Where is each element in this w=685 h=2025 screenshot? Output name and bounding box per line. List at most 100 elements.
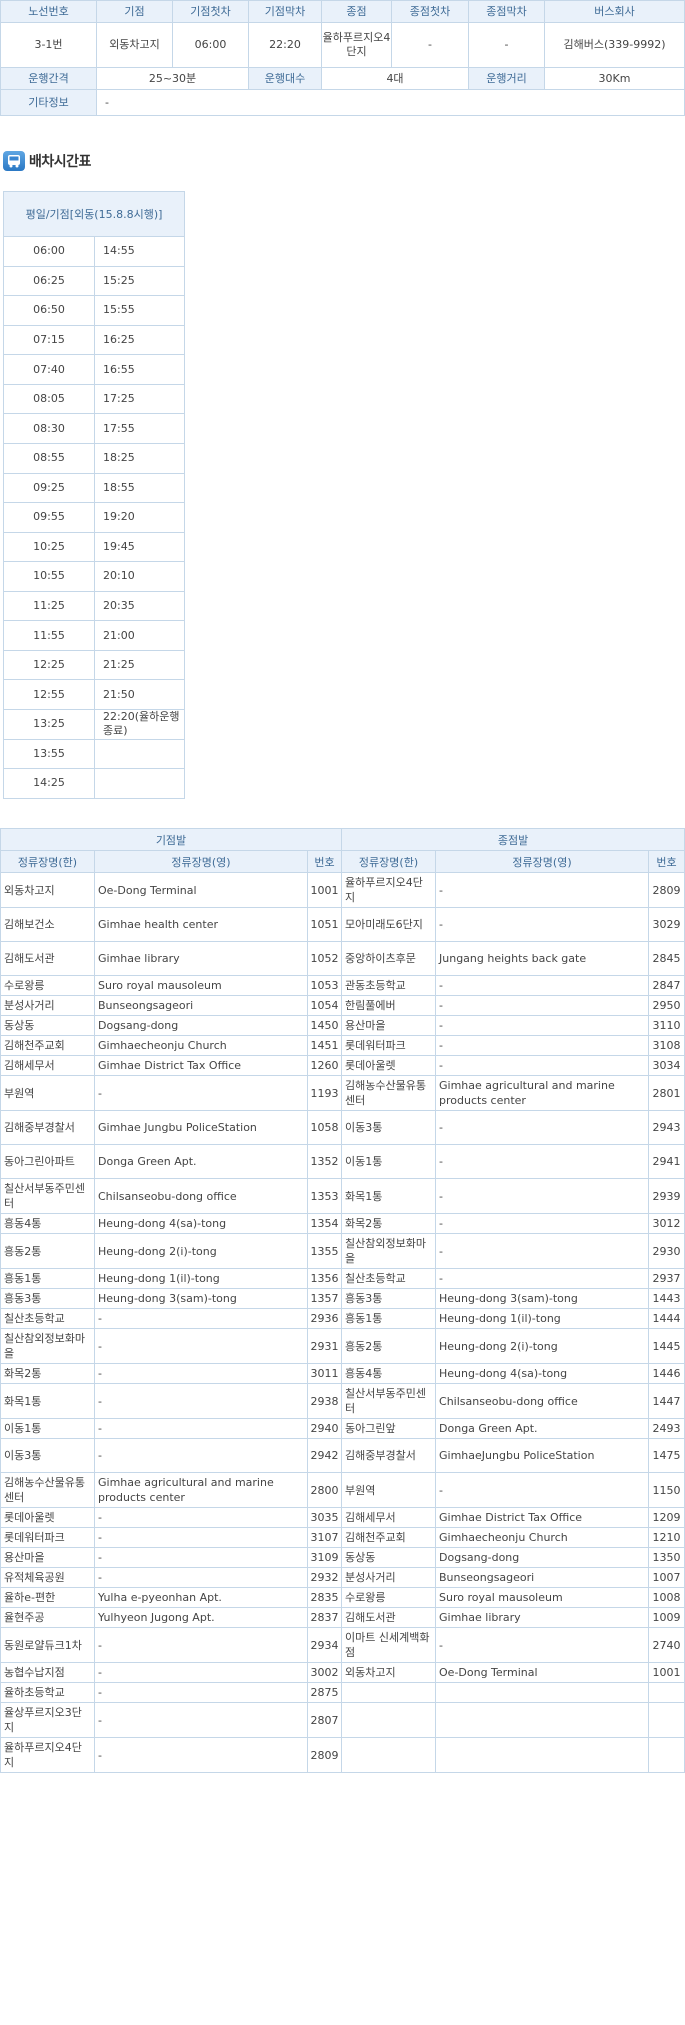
stop-name-ko: 롯데워터파크 <box>0 1527 95 1548</box>
interval-label: 운행간격 <box>0 67 97 90</box>
stop-row: 흥동3통 Heung-dong 3(sam)-tong 1357 흥동3통 Heung-… <box>0 1288 685 1309</box>
departure-time: 07:15 <box>3 324 95 356</box>
stops-column-row: 정류장명(한) 정류장명(영) 번호 정류장명(한) 정류장명(영) 번호 <box>0 850 685 873</box>
stop-row: 롯데워터파크 -3107 김해천주교회 Gimhaecheonju Church 121… <box>0 1527 685 1548</box>
stop-number: 1356 <box>306 1268 343 1289</box>
departure-time: 10:25 <box>3 531 95 563</box>
stop-name-en: - <box>435 1472 650 1508</box>
timetable-row: 10:25 19:45 <box>3 531 186 563</box>
stop-number: 2740 <box>648 1627 685 1663</box>
stop-name-en: Bunseongsageori <box>435 1567 650 1588</box>
stop-name-ko: 이동1통 <box>0 1418 95 1439</box>
stop-name-ko: 롯데아울렛 <box>341 1055 437 1076</box>
stop-number: 1193 <box>306 1075 343 1111</box>
stop-number: 1210 <box>648 1527 685 1548</box>
stop-number: 2940 <box>306 1418 343 1439</box>
stop-name-ko: 동아그린앞 <box>341 1418 437 1439</box>
stop-number: 1445 <box>648 1328 685 1364</box>
departure-time: 17:25 <box>93 383 186 415</box>
stop-name-ko: 김해도서관 <box>341 1607 437 1628</box>
stop-name-en: - <box>94 1527 308 1548</box>
stop-name-ko: 유적체육공원 <box>0 1567 95 1588</box>
stop-name-ko: 김해천주교회 <box>0 1035 95 1056</box>
stop-name-ko <box>341 1702 437 1738</box>
stop-name-ko: 동상동 <box>0 1015 95 1036</box>
stop-name-en: Gimhae library <box>435 1607 650 1628</box>
stop-number: 2932 <box>306 1567 343 1588</box>
stop-number: 2493 <box>648 1418 685 1439</box>
timetable-row: 06:50 15:55 <box>3 295 186 326</box>
stop-name-ko: 칠산서부동주민센터 <box>0 1178 95 1214</box>
route-info-etc-row: 기타정보 - <box>0 89 685 116</box>
stop-name-en: Gimhaecheonju Church <box>94 1035 308 1056</box>
stop-number: 1209 <box>648 1507 685 1528</box>
stop-row: 용산마을 -3109 동상동 Dogsang-dong 1350 <box>0 1547 685 1568</box>
stop-name-ko: 한림풀에버 <box>341 995 437 1016</box>
timetable-row: 08:05 17:25 <box>3 383 186 415</box>
stop-name-en: - <box>435 1110 650 1145</box>
col-name-en: 정류장명(영) <box>435 850 650 873</box>
etc-label: 기타정보 <box>0 89 97 116</box>
stop-name-en: - <box>94 1328 308 1364</box>
stop-name-ko: 김해중부경찰서 <box>0 1110 95 1145</box>
col-no: 번호 <box>648 850 685 873</box>
stop-number <box>648 1682 685 1703</box>
route-end-last: - <box>468 22 545 68</box>
stop-name-en: - <box>94 1702 308 1738</box>
stop-row: 율상푸르지오3단지 -2807 <box>0 1702 685 1738</box>
stop-name-ko: 농협수납지점 <box>0 1662 95 1683</box>
stop-row: 율현주공 Yulhyeon Jugong Apt. 2837 김해도서관 Gimhae … <box>0 1607 685 1628</box>
stop-number: 2943 <box>648 1110 685 1145</box>
stop-name-ko: 김해세무서 <box>0 1055 95 1076</box>
stop-number: 2845 <box>648 941 685 976</box>
stop-number: 2941 <box>648 1144 685 1179</box>
departure-time: 18:25 <box>93 442 186 474</box>
stop-row: 분성사거리 Bunseongsageori 1054 한림풀에버 -2950 <box>0 995 685 1016</box>
departure-time: 13:25 <box>3 709 95 740</box>
timetable-row: 07:40 16:55 <box>3 354 186 385</box>
timetable-row: 10:55 20:10 <box>3 561 186 592</box>
stop-name-en: - <box>435 1144 650 1179</box>
stop-name-en: Chilsanseobu-dong office <box>435 1383 650 1419</box>
timetable-row: 09:55 19:20 <box>3 502 186 533</box>
stop-name-en: - <box>94 1627 308 1663</box>
stop-name-ko: 흥동3통 <box>341 1288 437 1309</box>
stop-name-en: Heung-dong 3(sam)-tong <box>94 1288 308 1309</box>
stop-row: 김해보건소 Gimhae health center 1051 모아미래도6단지 -30… <box>0 907 685 942</box>
timetable-row: 07:15 16:25 <box>3 324 186 356</box>
stop-name-ko: 칠산초등학교 <box>341 1268 437 1289</box>
timetable-row: 13:55 <box>3 738 186 770</box>
stop-number: 1447 <box>648 1383 685 1419</box>
departure-time <box>93 768 186 799</box>
stop-row: 동원로얄듀크1차 -2934 이마트 신세계백화점 -2740 <box>0 1627 685 1663</box>
route-info-header: 노선번호 <box>0 0 97 23</box>
stop-name-en: Gimhae agricultural and marine products … <box>94 1472 308 1508</box>
timetable-row: 08:55 18:25 <box>3 442 186 474</box>
stop-name-ko: 용산마을 <box>341 1015 437 1036</box>
stop-number: 1007 <box>648 1567 685 1588</box>
stop-name-en: Donga Green Apt. <box>435 1418 650 1439</box>
col-name-en: 정류장명(영) <box>94 850 308 873</box>
stop-name-en: Heung-dong 1(il)-tong <box>435 1308 650 1329</box>
departure-time: 15:25 <box>93 265 186 297</box>
count-value: 4대 <box>321 67 469 90</box>
stop-row: 부원역 -1193 김해농수산물유통센터 Gimhae agricultural an… <box>0 1075 685 1111</box>
stop-number: 1001 <box>306 872 343 908</box>
stop-number: 1051 <box>306 907 343 942</box>
stop-name-en: Suro royal mausoleum <box>435 1587 650 1608</box>
stop-row: 롯데아울렛 -3035 김해세무서 Gimhae District Tax Offic… <box>0 1507 685 1528</box>
group-start-header: 기점발 <box>0 828 343 851</box>
stop-name-ko: 흥동4통 <box>0 1213 95 1234</box>
stop-name-ko: 율하푸르지오4단지 <box>0 1737 95 1773</box>
stop-number <box>648 1737 685 1773</box>
timetable-body: 06:00 14:55 06:25 15:25 06:50 15:55 07:15 16:25… <box>3 236 186 799</box>
stop-name-en: Suro royal mausoleum <box>94 975 308 996</box>
route-info-header: 종점첫차 <box>391 0 469 23</box>
stop-name-ko: 수로왕릉 <box>341 1587 437 1608</box>
timetable-row: 12:25 21:25 <box>3 649 186 681</box>
stop-number: 2837 <box>306 1607 343 1628</box>
stop-name-en <box>435 1737 650 1773</box>
col-no: 번호 <box>306 850 343 873</box>
stop-number: 1450 <box>306 1015 343 1036</box>
stop-name-en: GimhaeJungbu PoliceStation <box>435 1438 650 1473</box>
